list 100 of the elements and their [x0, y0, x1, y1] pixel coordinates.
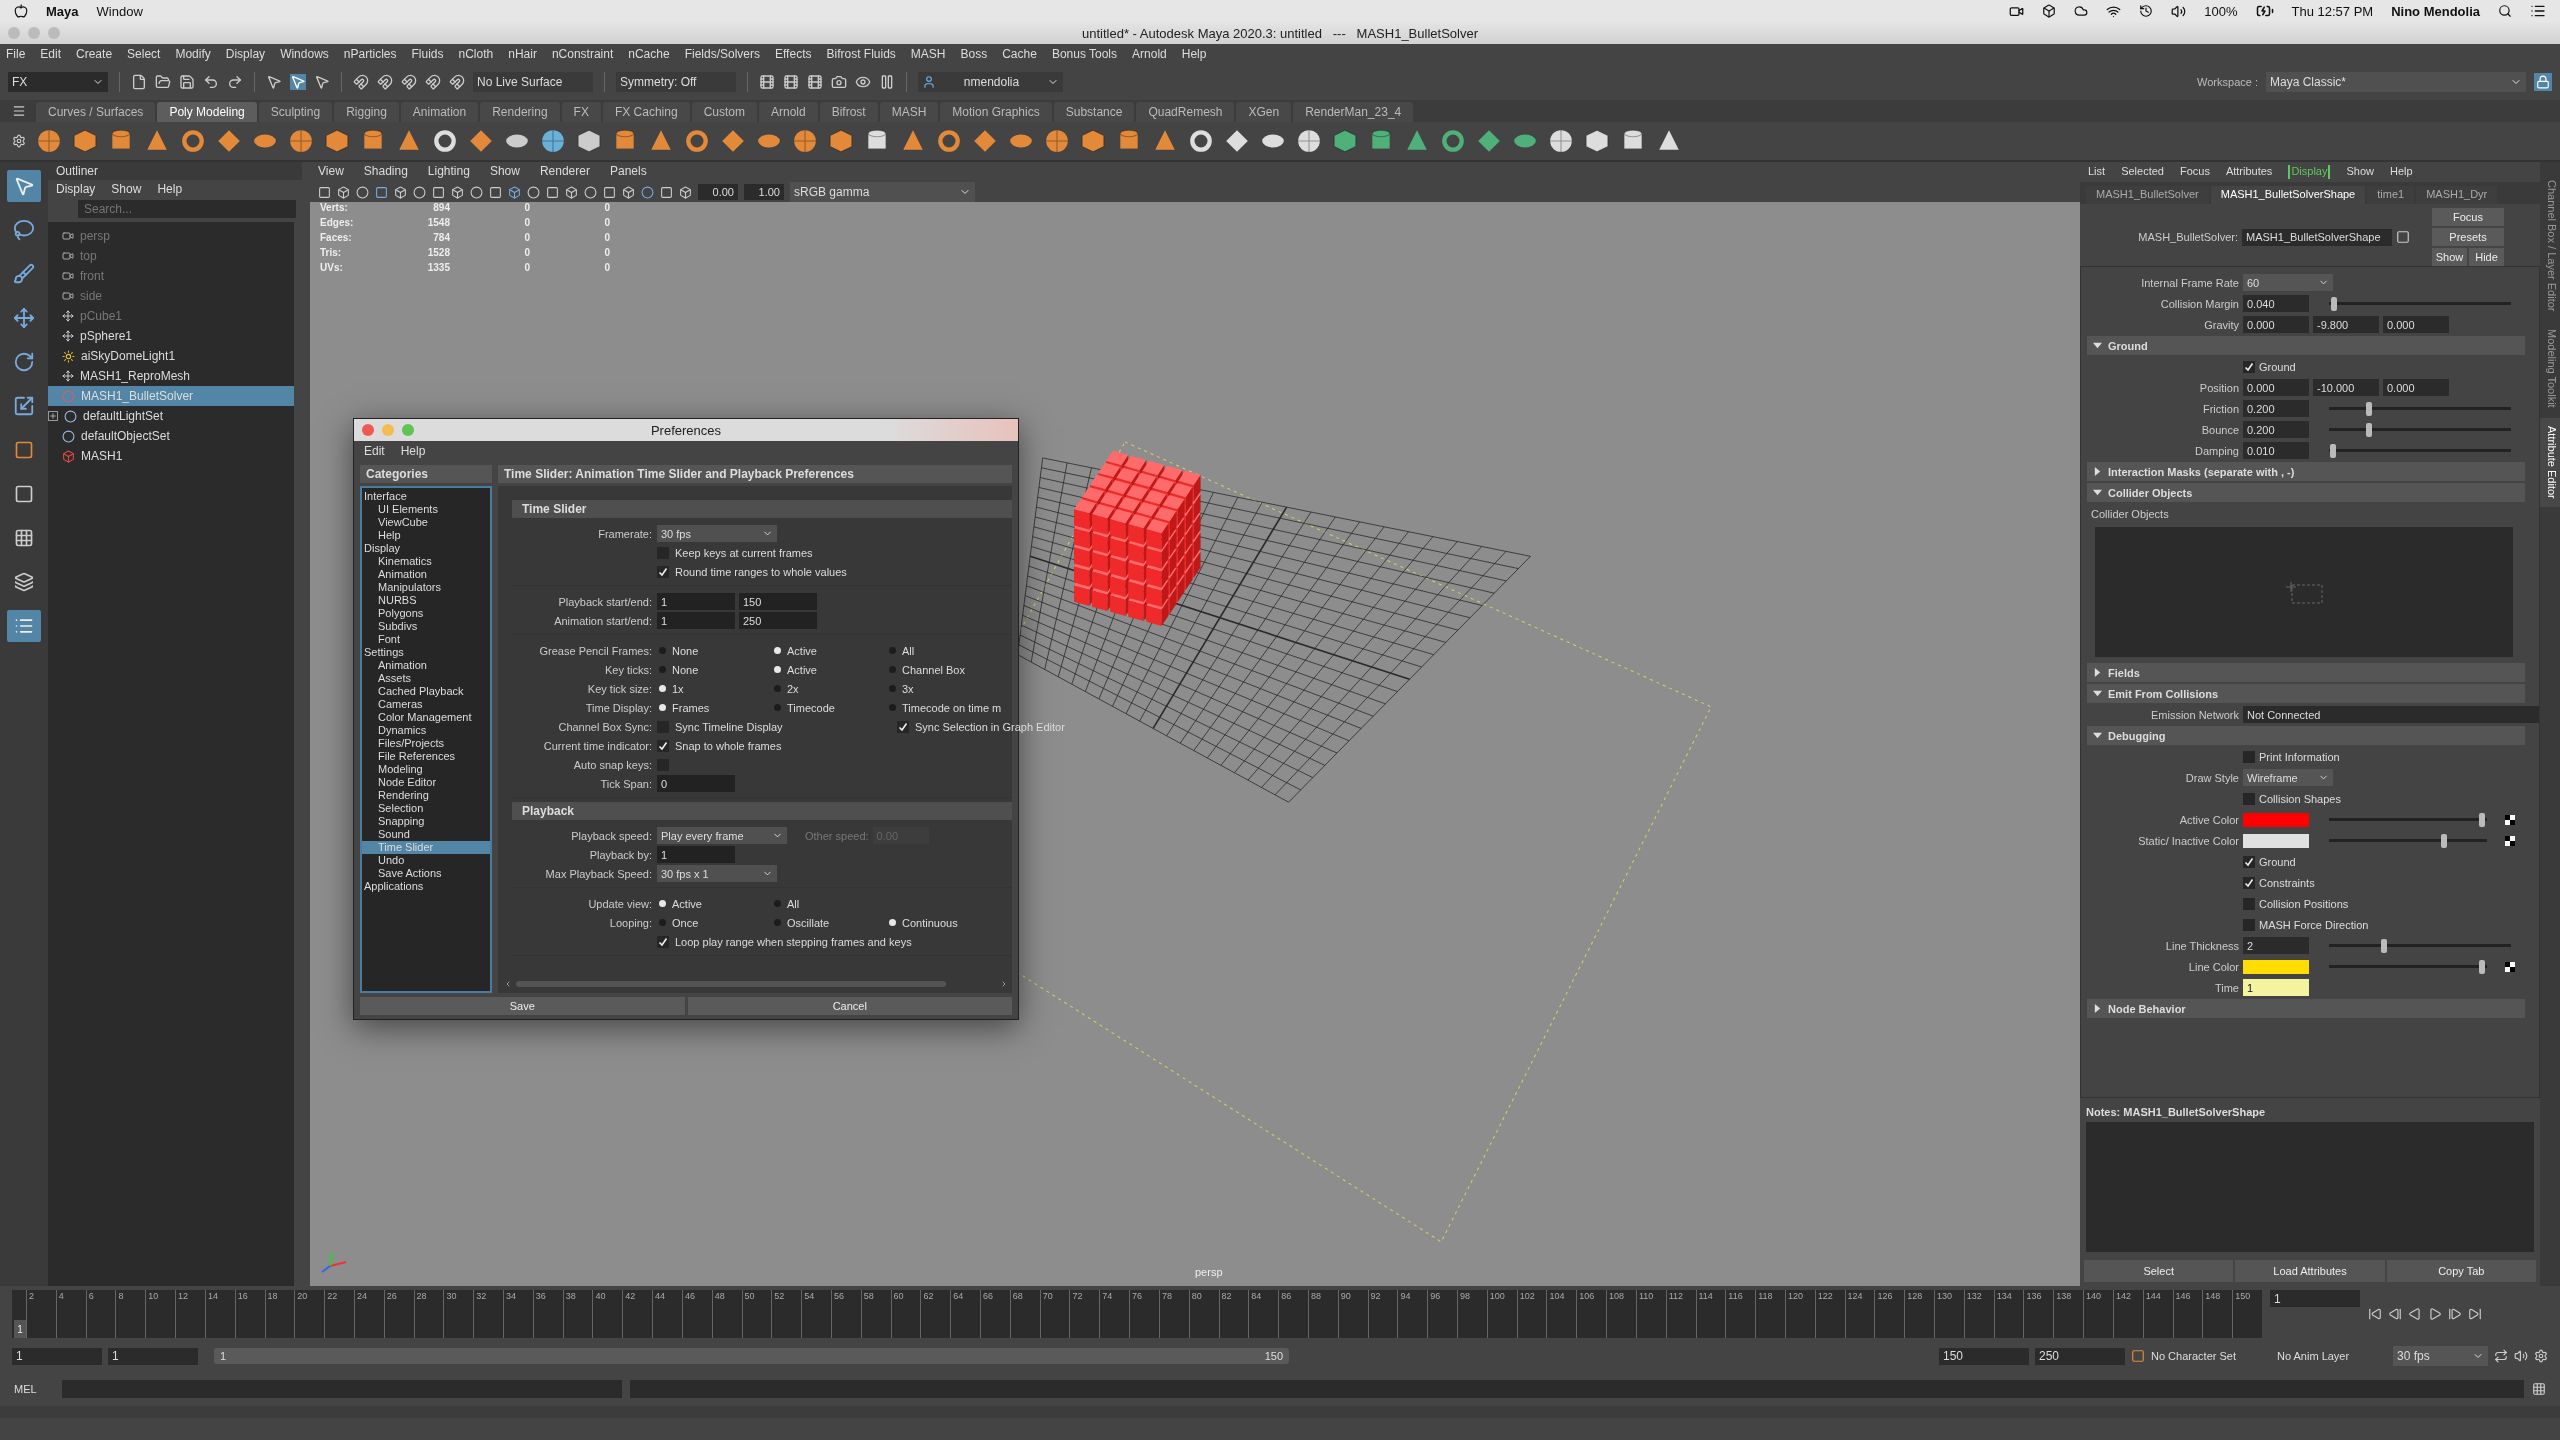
checkbox[interactable]	[2243, 855, 2255, 868]
slider-thumb[interactable]	[2366, 422, 2373, 437]
scroll-left-icon[interactable]	[504, 980, 512, 988]
input-field[interactable]: 1	[657, 593, 735, 610]
viewport-tool-icon[interactable]	[489, 185, 502, 199]
eye-icon[interactable]	[855, 74, 871, 90]
redo-icon[interactable]	[227, 74, 243, 90]
category-item[interactable]: NURBS	[362, 594, 490, 607]
menu-item[interactable]: nParticles	[343, 47, 397, 61]
category-item[interactable]: Snapping	[362, 815, 490, 828]
menu-item[interactable]: Windows	[280, 47, 329, 61]
section-header[interactable]: Ground	[2087, 336, 2525, 355]
input-field[interactable]: 0.040	[2243, 295, 2309, 312]
menu-item[interactable]: List	[2088, 165, 2106, 179]
magnet-icon[interactable]	[425, 74, 441, 90]
menu-item[interactable]: Cache	[1002, 47, 1037, 61]
category-item[interactable]: Animation	[362, 568, 490, 581]
play-icon[interactable]	[2428, 1307, 2442, 1321]
select-icon[interactable]	[314, 74, 330, 90]
auto-key-icon[interactable]	[2131, 1349, 2145, 1363]
menu-item[interactable]: Help	[157, 182, 183, 196]
radio-button[interactable]	[889, 704, 896, 711]
menu-item[interactable]: Arnold	[1132, 47, 1167, 61]
expand-icon[interactable]	[48, 411, 58, 421]
menu-item[interactable]: Fields/Solvers	[684, 47, 760, 61]
viewport-tool-icon[interactable]	[622, 185, 635, 199]
checkbox[interactable]	[897, 720, 909, 733]
slider-thumb[interactable]	[2441, 833, 2448, 848]
command-field[interactable]	[62, 1380, 622, 1398]
shelf-tab[interactable]: Rigging	[334, 102, 399, 122]
menu-item[interactable]: View	[318, 164, 344, 180]
box-icon[interactable]	[2042, 4, 2057, 18]
category-item[interactable]: Save Actions	[362, 867, 490, 880]
panel-button[interactable]: Show	[2432, 248, 2467, 266]
menu-item[interactable]: nCache	[628, 47, 670, 61]
menu-item[interactable]: MASH	[910, 47, 946, 61]
menu-item[interactable]: Help	[2390, 165, 2413, 179]
category-item[interactable]: Kinematics	[362, 555, 490, 568]
cube-icon[interactable]	[324, 128, 350, 154]
sphere-icon[interactable]	[1044, 128, 1070, 154]
app-menu[interactable]: Maya	[46, 3, 79, 19]
diamond-icon[interactable]	[468, 128, 494, 154]
select-icon[interactable]	[266, 74, 282, 90]
outliner-item[interactable]: defaultLightSet	[48, 406, 294, 426]
category-item[interactable]: Interface	[362, 490, 490, 503]
script-language-button[interactable]: MEL	[14, 1383, 54, 1395]
brush-icon[interactable]	[13, 263, 35, 285]
category-item[interactable]: Color Management	[362, 711, 490, 724]
slider-thumb[interactable]	[2329, 443, 2336, 458]
category-item[interactable]: Display	[362, 542, 490, 555]
category-item[interactable]: Polygons	[362, 607, 490, 620]
category-item[interactable]: Modeling	[362, 763, 490, 776]
viewport-tool-icon[interactable]	[413, 185, 426, 199]
diamond-icon[interactable]	[1224, 128, 1250, 154]
menu-item[interactable]: nCloth	[458, 47, 494, 61]
save-icon[interactable]	[179, 74, 195, 90]
input-field[interactable]: 0.000	[2383, 316, 2449, 333]
new-file-icon[interactable]	[131, 74, 147, 90]
single-pane-icon[interactable]	[14, 484, 34, 504]
category-item[interactable]: Cached Playback	[362, 685, 490, 698]
section-header[interactable]: Emit From Collisions	[2087, 684, 2525, 703]
color-swatch[interactable]	[2243, 959, 2309, 974]
input-field[interactable]: 2	[2243, 937, 2309, 954]
radio-button[interactable]	[774, 666, 781, 673]
lasso-icon[interactable]	[13, 219, 35, 241]
checkbox[interactable]	[2243, 876, 2255, 889]
category-item[interactable]: Help	[362, 529, 490, 542]
category-item[interactable]: Subdivs	[362, 620, 490, 633]
checker-icon[interactable]	[2505, 814, 2515, 825]
current-frame-marker[interactable]: 1	[14, 1320, 26, 1338]
viewport-tool-icon[interactable]	[451, 185, 464, 199]
radio-button[interactable]	[889, 685, 896, 692]
diamond-icon[interactable]	[1476, 128, 1502, 154]
exposure-field[interactable]: 0.00	[698, 184, 738, 200]
shelf-tab[interactable]: Motion Graphics	[940, 102, 1052, 122]
menu-item[interactable]: Effects	[775, 47, 812, 61]
ring-icon[interactable]	[936, 128, 962, 154]
menu-item[interactable]: Show	[2346, 165, 2374, 179]
step-forward-icon[interactable]	[2448, 1307, 2462, 1321]
radio-button[interactable]	[659, 666, 666, 673]
sphere-icon[interactable]	[288, 128, 314, 154]
node-name-field[interactable]: MASH1_BulletSolverShape	[2242, 228, 2392, 246]
checkbox[interactable]	[2243, 360, 2255, 373]
viewport-tool-icon[interactable]	[584, 185, 597, 199]
cube-icon[interactable]	[828, 128, 854, 154]
category-item[interactable]: Rendering	[362, 789, 490, 802]
loop-icon[interactable]	[2494, 1349, 2508, 1363]
shelf-tab[interactable]: Rendering	[480, 102, 560, 122]
menu-item[interactable]: Lighting	[427, 164, 470, 180]
checkbox[interactable]	[2243, 750, 2255, 763]
color-swatch[interactable]	[2243, 833, 2309, 848]
skip-back-icon[interactable]	[2368, 1307, 2382, 1321]
ring-icon[interactable]	[180, 128, 206, 154]
cube-icon[interactable]	[576, 128, 602, 154]
ring-icon[interactable]	[1440, 128, 1466, 154]
input-field[interactable]: 250	[739, 612, 817, 629]
category-item[interactable]: Node Editor	[362, 776, 490, 789]
viewport-tool-icon[interactable]	[527, 185, 540, 199]
section-header[interactable]: Collider Objects	[2087, 483, 2525, 502]
outliner-item[interactable]: pSphere1	[48, 326, 294, 346]
